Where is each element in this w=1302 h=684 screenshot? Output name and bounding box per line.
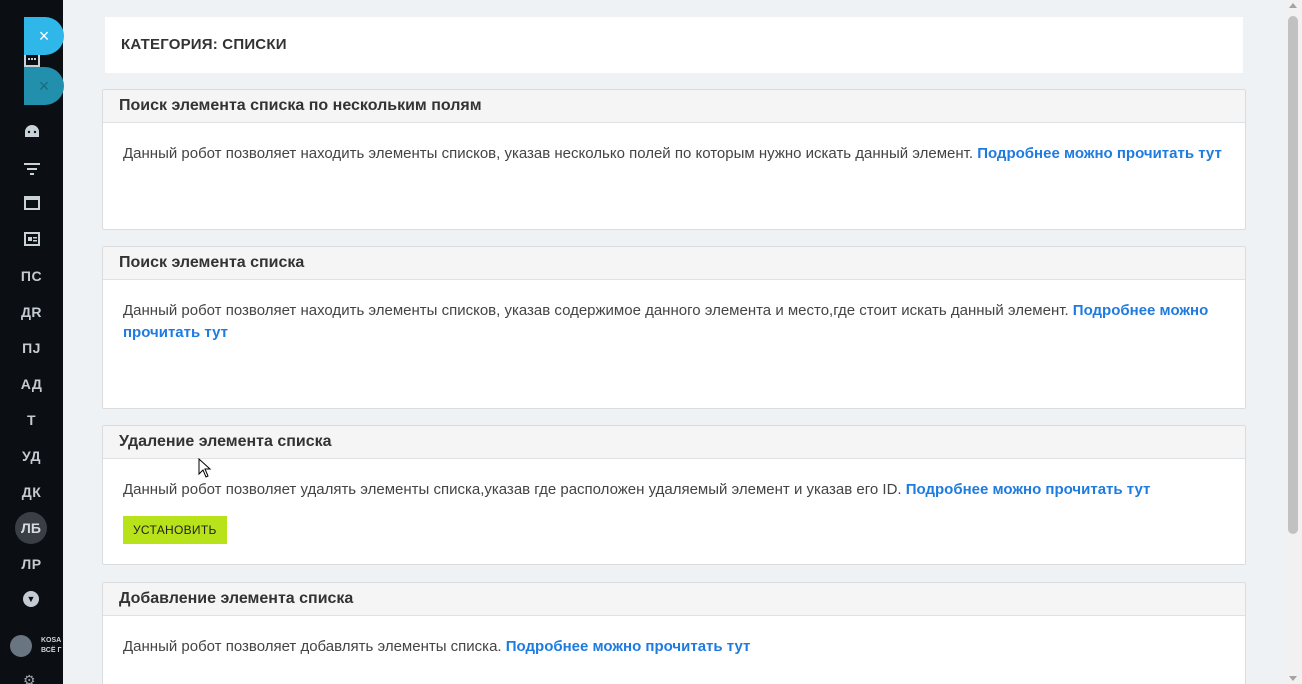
- card-title: Поиск элемента списка по нескольким поля…: [103, 90, 1245, 123]
- card-description: Данный робот позволяет находить элементы…: [123, 302, 1069, 319]
- read-more-link[interactable]: Подробнее можно прочитать тут: [506, 638, 751, 655]
- card-title: Удаление элемента списка: [103, 426, 1245, 459]
- card-description: Данный робот позволяет находить элементы…: [123, 145, 974, 162]
- robot-card: Добавление элемента списка Данный робот …: [102, 582, 1246, 684]
- main-content: КАТЕГОРИЯ: СПИСКИ Поиск элемента списка …: [63, 0, 1284, 684]
- page-title: КАТЕГОРИЯ: СПИСКИ: [121, 36, 287, 53]
- card-title: Поиск элемента списка: [103, 247, 1245, 280]
- sidebar-item-ps[interactable]: ПС: [0, 268, 63, 284]
- card-body: Данный робот позволяет удалять элементы …: [103, 459, 1245, 544]
- card-title: Добавление элемента списка: [103, 583, 1245, 616]
- chevron-down-icon[interactable]: ▼: [23, 591, 39, 607]
- robot-card: Удаление элемента списка Данный робот по…: [102, 425, 1246, 565]
- mouse-cursor-icon: [198, 457, 212, 483]
- sidebar-item-ud[interactable]: УД: [0, 448, 63, 464]
- card-description: Данный робот позволяет удалять элементы …: [123, 481, 902, 498]
- sidebar-item-lr[interactable]: ЛР: [0, 556, 63, 572]
- sidebar-item-pj[interactable]: ПJ: [0, 340, 63, 356]
- browser-window-icon[interactable]: [0, 196, 63, 213]
- read-more-link[interactable]: Подробнее можно прочитать тут: [906, 481, 1151, 498]
- sidebar-item-dk[interactable]: ДК: [0, 484, 63, 500]
- sidebar-item-lb[interactable]: ЛБ: [15, 512, 47, 544]
- sidebar-item-dr[interactable]: ДR: [0, 304, 63, 320]
- install-button[interactable]: УСТАНОВИТЬ: [123, 516, 227, 544]
- card-body: Данный робот позволяет находить элементы…: [103, 123, 1245, 165]
- gear-icon[interactable]: ⚙: [23, 672, 36, 684]
- close-panel-button-secondary[interactable]: ×: [24, 67, 64, 105]
- card-body: Данный робот позволяет добавлять элемент…: [103, 616, 1245, 658]
- logo-text-line-1: KOSA: [41, 637, 62, 644]
- close-panel-button[interactable]: ×: [24, 17, 64, 55]
- robot-card: Поиск элемента списка по нескольким поля…: [102, 89, 1246, 230]
- logo-text-line-2: ВСЁ Г: [41, 647, 62, 654]
- scrollbar-thumb[interactable]: [1288, 16, 1298, 534]
- company-logo-text: KOSA ВСЁ Г: [41, 636, 63, 656]
- robot-card: Поиск элемента списка Данный робот позво…: [102, 246, 1246, 409]
- vertical-scrollbar[interactable]: [1284, 0, 1302, 684]
- sidebar-item-ad[interactable]: АД: [0, 376, 63, 392]
- card-description: Данный робот позволяет добавлять элемент…: [123, 638, 502, 655]
- card-body: Данный робот позволяет находить элементы…: [103, 280, 1245, 344]
- contact-card-icon[interactable]: [0, 232, 63, 249]
- android-icon[interactable]: [0, 124, 63, 141]
- filter-icon[interactable]: [0, 162, 63, 179]
- scroll-down-arrow-icon[interactable]: [1289, 676, 1297, 681]
- category-header: КАТЕГОРИЯ: СПИСКИ: [105, 17, 1243, 73]
- read-more-link[interactable]: Подробнее можно прочитать тут: [977, 145, 1222, 162]
- close-icon: ×: [38, 76, 50, 96]
- company-logo-icon: [10, 635, 32, 657]
- close-icon: ×: [38, 26, 50, 46]
- scroll-up-arrow-icon[interactable]: [1289, 3, 1297, 8]
- sidebar-item-t[interactable]: Т: [0, 412, 63, 428]
